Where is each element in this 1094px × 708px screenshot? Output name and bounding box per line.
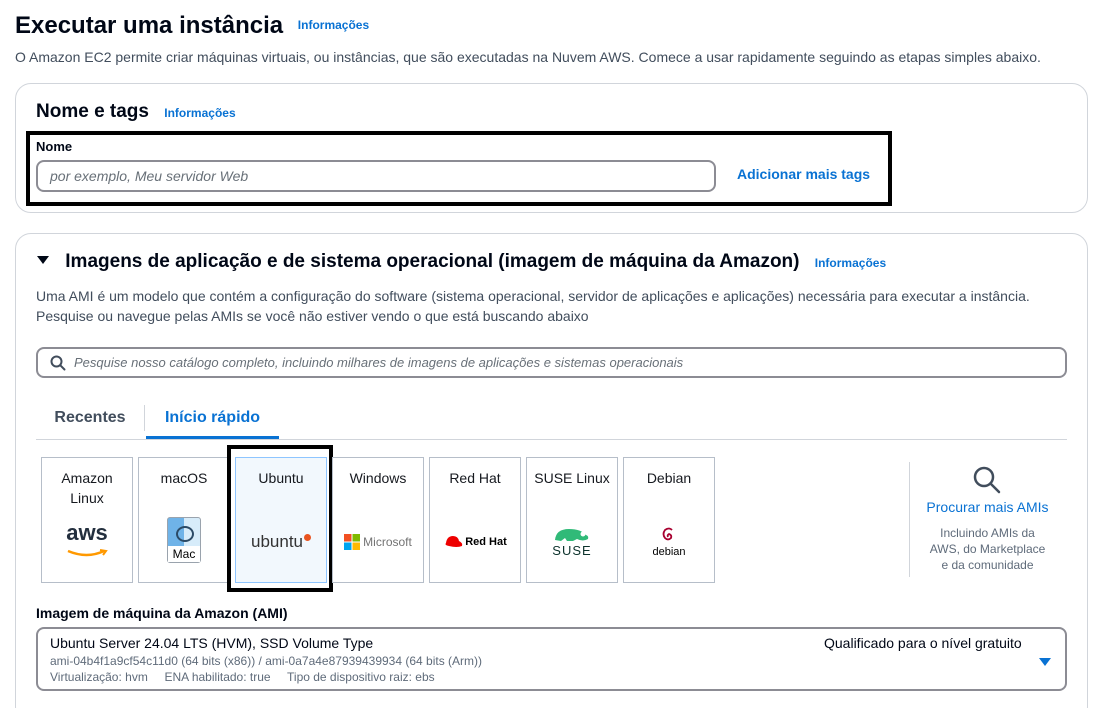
- name-field-label: Nome: [36, 139, 73, 154]
- aws-logo-text: aws: [66, 520, 108, 545]
- browse-search-icon[interactable]: [972, 465, 1002, 500]
- ubuntu-tile-highlight: [227, 445, 333, 592]
- suse-logo-icon: SUSE: [527, 520, 617, 564]
- mac-finder-icon: Mac: [139, 517, 229, 563]
- ami-select-label: Imagem de máquina da Amazon (AMI): [36, 605, 288, 621]
- microsoft-logo-icon: Microsoft: [333, 520, 423, 564]
- debian-logo-icon: debian: [624, 520, 714, 564]
- tab-inicio-rapido[interactable]: Início rápido: [146, 409, 279, 427]
- browse-more-amis-link[interactable]: Procurar mais AMIs: [915, 499, 1060, 515]
- ami-tile-name: Debian: [646, 470, 692, 486]
- ami-tile-name: Windows: [349, 470, 407, 486]
- ami-select-ids: ami-04b4f1a9cf54c11d0 (64 bits (x86)) / …: [50, 654, 483, 668]
- ami-select-meta: Virtualização: hvm ENA habilitado: true …: [50, 670, 435, 684]
- ami-description-line2: Pesquise ou navegue pelas AMIs se você n…: [36, 308, 589, 324]
- mac-logo-text: Mac: [168, 546, 200, 562]
- caret-down-icon[interactable]: [36, 249, 50, 271]
- ami-tile-red-hat[interactable]: Red Hat Red Hat: [429, 457, 521, 583]
- browse-divider: [909, 462, 910, 577]
- browse-more-amis-subtext: Incluindo AMIs da AWS, do Marketplace e …: [929, 526, 1046, 572]
- ami-search-input[interactable]: Pesquise nosso catálogo completo, inclui…: [36, 347, 1067, 378]
- debian-logo-text: debian: [652, 546, 686, 558]
- page-title-text: Executar uma instância: [15, 12, 284, 39]
- page-title: Executar uma instância Informações: [15, 12, 369, 40]
- ami-section-title-text: Imagens de aplicação e de sistema operac…: [65, 251, 800, 272]
- search-icon: [50, 355, 66, 374]
- name-input[interactable]: por exemplo, Meu servidor Web: [36, 160, 716, 192]
- add-more-tags-link[interactable]: Adicionar mais tags: [737, 166, 870, 182]
- ami-tile-macos[interactable]: macOS Mac: [138, 457, 230, 583]
- ami-search-placeholder: Pesquise nosso catálogo completo, inclui…: [74, 355, 684, 370]
- caret-down-icon[interactable]: [1039, 654, 1051, 672]
- tab-divider: [36, 439, 1067, 440]
- red-hat-logo-icon: Red Hat: [430, 520, 520, 564]
- name-tags-title-text: Nome e tags: [36, 101, 149, 122]
- name-tags-title: Nome e tags Informações: [36, 101, 236, 123]
- tab-separator: [144, 405, 145, 431]
- ami-section-title[interactable]: Imagens de aplicação e de sistema operac…: [36, 251, 886, 273]
- red-hat-logo-text: Red Hat: [465, 536, 507, 548]
- ami-info-link[interactable]: Informações: [815, 256, 886, 270]
- ami-tile-name: SUSE Linux: [534, 470, 610, 486]
- ami-description-line1: Uma AMI é um modelo que contém a configu…: [36, 288, 1030, 304]
- ami-select-name: Ubuntu Server 24.04 LTS (HVM), SSD Volum…: [50, 635, 374, 651]
- page-description: O Amazon EC2 permite criar máquinas virt…: [15, 49, 1041, 65]
- ami-description: Uma AMI é um modelo que contém a configu…: [36, 286, 1076, 326]
- ami-tile-name: Amazon Linux: [61, 470, 113, 506]
- ami-tile-debian[interactable]: Debian debian: [623, 457, 715, 583]
- name-tags-info-link[interactable]: Informações: [164, 106, 235, 120]
- aws-logo-icon: aws: [42, 520, 132, 564]
- ami-tile-suse-linux[interactable]: SUSE Linux SUSE: [526, 457, 618, 583]
- ami-tile-windows[interactable]: Windows Microsoft: [332, 457, 424, 583]
- suse-logo-text: SUSE: [552, 543, 592, 558]
- ami-tile-name: Red Hat: [449, 470, 501, 486]
- ami-tile-amazon-linux[interactable]: Amazon Linux aws: [41, 457, 133, 583]
- ami-tile-name: macOS: [160, 470, 208, 486]
- free-tier-badge: Qualificado para o nível gratuito: [824, 635, 1022, 651]
- tab-recentes[interactable]: Recentes: [36, 409, 144, 427]
- microsoft-logo-text: Microsoft: [363, 535, 412, 549]
- page-info-link[interactable]: Informações: [298, 18, 369, 32]
